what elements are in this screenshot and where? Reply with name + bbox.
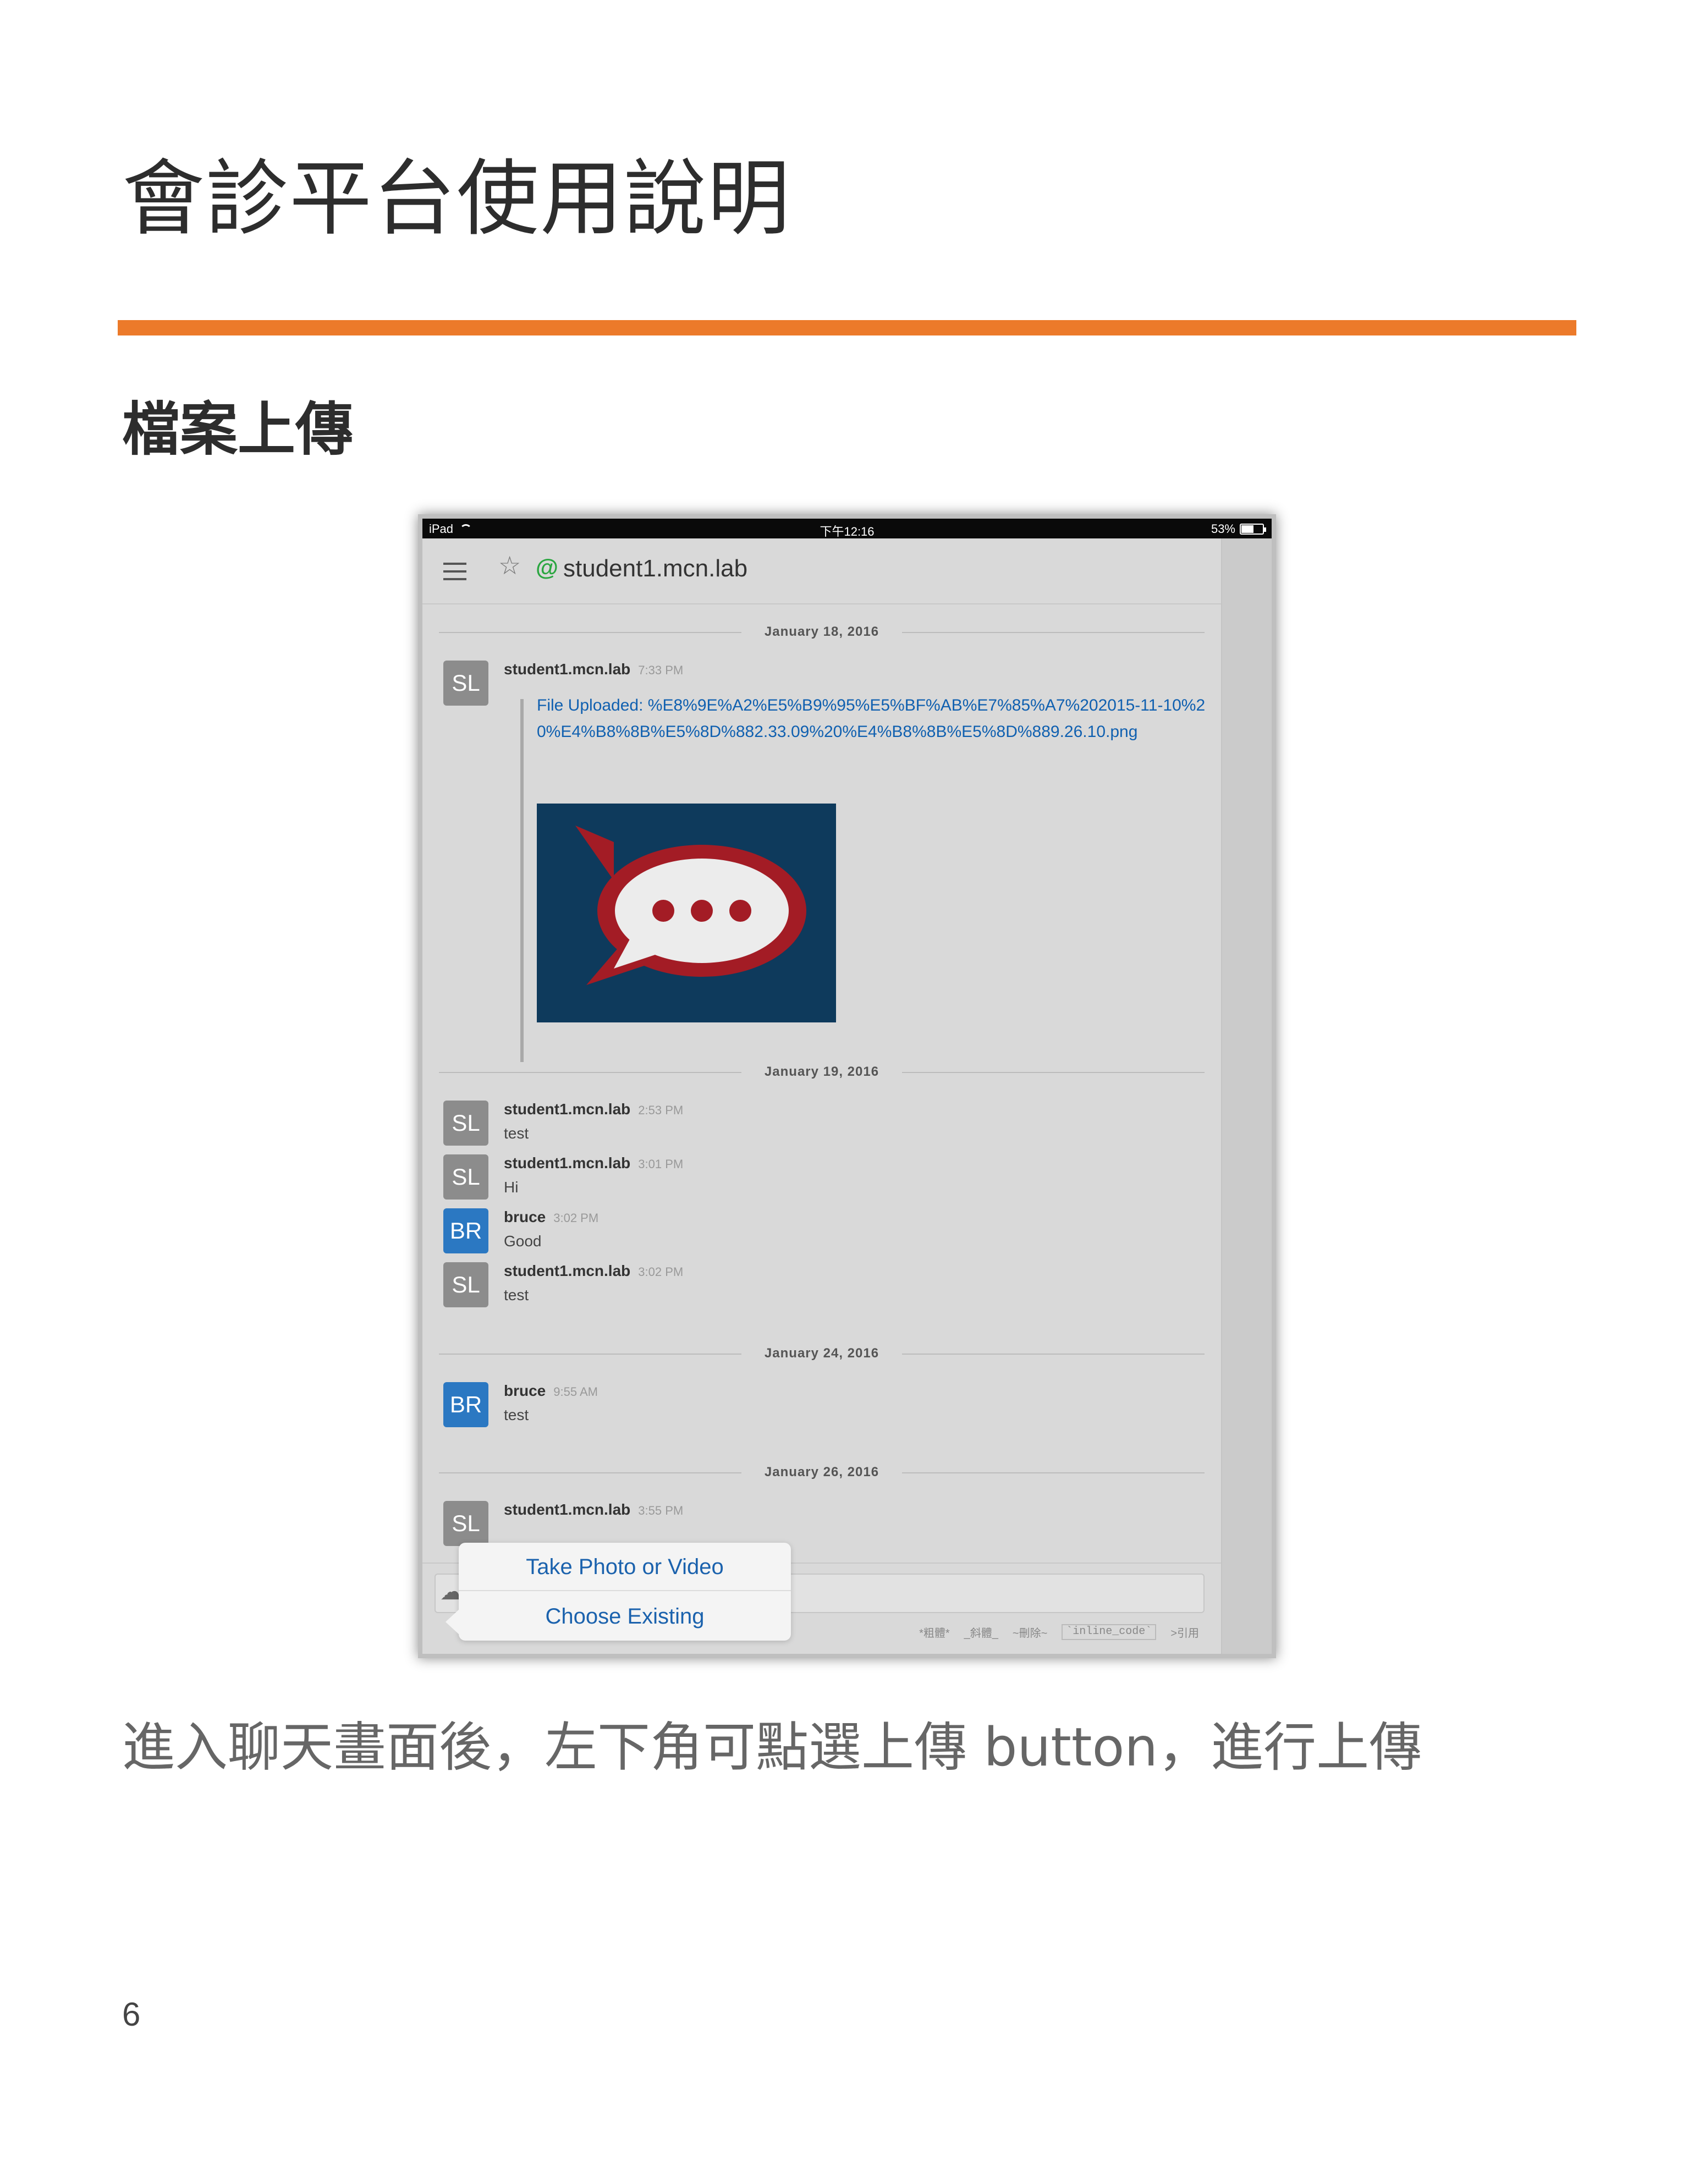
menu-icon[interactable] bbox=[443, 563, 466, 580]
message-item: SL student1.mcn.lab 2:53 PM test bbox=[443, 1101, 1202, 1150]
date-separator: January 19, 2016 bbox=[439, 1061, 1205, 1083]
date-separator: January 18, 2016 bbox=[439, 621, 1205, 643]
message-time: 3:55 PM bbox=[638, 1504, 684, 1517]
upload-action-sheet: Take Photo or Video Choose Existing bbox=[446, 1543, 791, 1641]
message-username[interactable]: bruce bbox=[504, 1382, 546, 1399]
attachment-bar bbox=[520, 699, 524, 1062]
message-username[interactable]: student1.mcn.lab bbox=[504, 661, 630, 678]
quote-hint: >引用 bbox=[1170, 1627, 1199, 1640]
message-item: SL student1.mcn.lab 3:02 PM test bbox=[443, 1262, 1202, 1312]
message-text: Good bbox=[504, 1233, 542, 1250]
page-number: 6 bbox=[122, 1996, 141, 2033]
avatar[interactable]: BR bbox=[443, 1382, 488, 1427]
app-screenshot: iPad 下午12:16 53% ☆ @ student1.mcn.lab Ja… bbox=[418, 514, 1276, 1658]
format-hints: *粗體* _斜體_ ~刪除~ `inline_code` >引用 bbox=[919, 1624, 1199, 1640]
message-item: BR bruce 9:55 AM test bbox=[443, 1382, 1202, 1432]
message-time: 3:02 PM bbox=[638, 1265, 684, 1279]
date-separator: January 26, 2016 bbox=[439, 1461, 1205, 1483]
avatar[interactable]: SL bbox=[443, 1101, 488, 1146]
strike-hint: ~刪除~ bbox=[1012, 1627, 1048, 1640]
message-item: BR bruce 3:02 PM Good bbox=[443, 1208, 1202, 1258]
message-text: test bbox=[504, 1286, 529, 1303]
message-username[interactable]: student1.mcn.lab bbox=[504, 1154, 630, 1171]
message-text: Hi bbox=[504, 1179, 519, 1196]
code-hint: `inline_code` bbox=[1062, 1624, 1157, 1640]
section-title: 檔案上傳 bbox=[122, 396, 354, 463]
file-link[interactable]: File Uploaded: %E8%9E%A2%E5%B9%95%E5%BF%… bbox=[537, 692, 1213, 745]
avatar[interactable]: SL bbox=[443, 1154, 488, 1200]
chat-header: ☆ @ student1.mcn.lab bbox=[422, 538, 1221, 604]
message-time: 3:01 PM bbox=[638, 1157, 684, 1171]
status-time: 下午12:16 bbox=[820, 525, 875, 538]
battery-icon bbox=[1240, 524, 1266, 535]
direct-message-icon: @ bbox=[536, 554, 558, 580]
message-time: 9:55 AM bbox=[553, 1385, 598, 1399]
popover-arrow bbox=[446, 1609, 460, 1635]
chat-area: ☆ @ student1.mcn.lab January 18, 2016 SL… bbox=[422, 538, 1221, 1654]
message-text: test bbox=[504, 1125, 529, 1142]
room-name: student1.mcn.lab bbox=[563, 555, 748, 582]
avatar[interactable]: SL bbox=[443, 661, 488, 706]
message-time: 2:53 PM bbox=[638, 1103, 684, 1117]
choose-existing-button[interactable]: Choose Existing bbox=[459, 1592, 791, 1641]
star-icon[interactable]: ☆ bbox=[498, 553, 521, 578]
avatar[interactable]: SL bbox=[443, 1262, 488, 1307]
message-time: 3:02 PM bbox=[553, 1211, 599, 1225]
message-item: SL student1.mcn.lab 7:33 PM File Uploaded… bbox=[443, 661, 1205, 1079]
message-username[interactable]: student1.mcn.lab bbox=[504, 1501, 630, 1518]
avatar[interactable]: BR bbox=[443, 1208, 488, 1253]
message-text: test bbox=[504, 1406, 529, 1423]
message-username[interactable]: student1.mcn.lab bbox=[504, 1101, 630, 1118]
document-title: 會診平台使用說明 bbox=[122, 151, 791, 247]
message-username[interactable]: bruce bbox=[504, 1208, 546, 1225]
uploaded-image-preview[interactable] bbox=[537, 804, 836, 1022]
title-divider bbox=[118, 320, 1576, 335]
bold-hint: *粗體* bbox=[919, 1627, 950, 1640]
chat-bubble-logo-icon bbox=[537, 804, 836, 1022]
message-username[interactable]: student1.mcn.lab bbox=[504, 1262, 630, 1279]
italic-hint: _斜體_ bbox=[964, 1627, 998, 1640]
avatar[interactable]: SL bbox=[443, 1501, 488, 1546]
message-time: 7:33 PM bbox=[638, 663, 684, 677]
take-photo-button[interactable]: Take Photo or Video bbox=[459, 1543, 791, 1591]
ios-status-bar: iPad 下午12:16 53% bbox=[422, 519, 1272, 538]
date-separator: January 24, 2016 bbox=[439, 1343, 1205, 1365]
right-rail bbox=[1221, 538, 1272, 1654]
message-item: SL student1.mcn.lab 3:01 PM Hi bbox=[443, 1154, 1202, 1204]
caption-text: 進入聊天畫面後，左下角可點選上傳 button，進行上傳 bbox=[122, 1717, 1422, 1778]
battery-percent: 53% bbox=[1211, 522, 1235, 536]
